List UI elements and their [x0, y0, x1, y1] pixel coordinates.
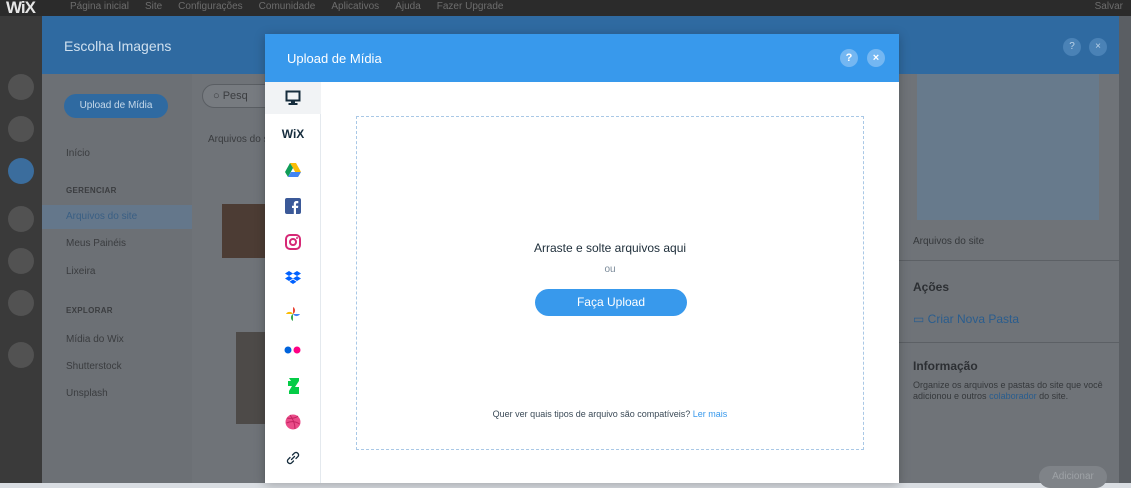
- sidebar-item-unsplash[interactable]: Unsplash: [66, 388, 108, 399]
- compatibility-note: Quer ver quais tipos de arquivo são comp…: [357, 409, 863, 419]
- menu-item-upgrade[interactable]: Fazer Upgrade: [437, 1, 504, 13]
- choose-images-title: Escolha Imagens: [64, 38, 172, 54]
- save-button[interactable]: Salvar: [1095, 1, 1123, 12]
- source-dribbble[interactable]: [265, 404, 321, 440]
- instagram-icon: [285, 234, 301, 250]
- add-icon[interactable]: [8, 158, 34, 184]
- actions-title: Ações: [913, 280, 950, 294]
- collaborator-link[interactable]: colaborador: [989, 391, 1037, 401]
- details-panel: Arquivos do site Ações ▭ Criar Nova Past…: [899, 74, 1119, 488]
- editor-top-menu: Página inicial Site Configurações Comuni…: [70, 1, 503, 13]
- modal-title: Upload de Mídia: [287, 51, 382, 66]
- help-icon[interactable]: ?: [1063, 38, 1081, 56]
- editor-top-bar: WiX Página inicial Site Configurações Co…: [0, 0, 1131, 16]
- pages-icon[interactable]: [8, 74, 34, 100]
- wix-icon: WiX: [281, 127, 305, 141]
- info-title: Informação: [913, 359, 978, 373]
- wix-logo: WiX: [6, 0, 36, 17]
- dropbox-icon: [285, 271, 301, 284]
- source-google-drive[interactable]: [265, 152, 321, 188]
- help-icon[interactable]: ?: [840, 49, 858, 67]
- source-dropbox[interactable]: [265, 260, 321, 296]
- sidebar-item-trash[interactable]: Lixeira: [66, 266, 95, 277]
- pen-icon[interactable]: [8, 290, 34, 316]
- media-sidebar: Upload de Mídia Início GERENCIAR Arquivo…: [42, 74, 192, 483]
- deviantart-icon: [288, 378, 299, 394]
- media-grid: ○ Pesq Arquivos do site: [192, 74, 282, 483]
- source-link[interactable]: [265, 440, 321, 476]
- choose-images-header-buttons: ? ×: [1063, 38, 1107, 56]
- upload-content: Arraste e solte arquivos aqui ou Faça Up…: [322, 82, 899, 483]
- sidebar-item-inicio[interactable]: Início: [66, 148, 90, 159]
- new-folder-label: Criar Nova Pasta: [927, 312, 1020, 326]
- source-flickr[interactable]: [265, 332, 321, 368]
- search-placeholder: Pesq: [222, 90, 248, 102]
- search-icon: ○: [213, 90, 223, 102]
- drop-zone[interactable]: Arraste e solte arquivos aqui ou Faça Up…: [356, 116, 864, 450]
- folder-icon: ▭: [913, 312, 928, 326]
- source-google-photos[interactable]: [265, 296, 321, 332]
- source-deviantart[interactable]: [265, 368, 321, 404]
- divider: [899, 342, 1119, 343]
- editor-left-rail: [0, 16, 42, 483]
- menu-item-home[interactable]: Página inicial: [70, 1, 129, 13]
- sidebar-section-manage: GERENCIAR: [66, 186, 117, 195]
- apps-icon[interactable]: [8, 206, 34, 232]
- media-icon[interactable]: [8, 248, 34, 274]
- close-icon[interactable]: ×: [1089, 38, 1107, 56]
- info-text: Organize os arquivos e pastas do site qu…: [913, 380, 1103, 402]
- source-my-computer[interactable]: [265, 80, 321, 116]
- computer-icon: [285, 90, 301, 105]
- facebook-icon: [285, 198, 301, 214]
- menu-item-settings[interactable]: Configurações: [178, 1, 242, 13]
- dribbble-icon: [285, 414, 301, 430]
- info-text-part: do site.: [1039, 391, 1069, 401]
- google-drive-icon: [285, 163, 301, 177]
- media-thumbnail[interactable]: [222, 204, 268, 258]
- or-separator: ou: [604, 264, 616, 275]
- link-icon: [286, 451, 300, 465]
- upload-media-modal: Upload de Mídia ? × WiX Arraste e solte …: [265, 34, 899, 483]
- source-instagram[interactable]: [265, 224, 321, 260]
- menu-item-help[interactable]: Ajuda: [395, 1, 421, 13]
- sidebar-item-site-files[interactable]: Arquivos do site: [42, 205, 192, 229]
- upload-button[interactable]: Faça Upload: [535, 289, 687, 316]
- sidebar-section-explore: EXPLORAR: [66, 306, 113, 315]
- close-icon[interactable]: ×: [867, 49, 885, 67]
- source-facebook[interactable]: [265, 188, 321, 224]
- chat-icon[interactable]: [8, 342, 34, 368]
- divider: [899, 260, 1119, 261]
- upload-sources: WiX: [265, 82, 321, 483]
- sidebar-item-wix-media[interactable]: Mídia do Wix: [66, 334, 124, 345]
- compat-text: Quer ver quais tipos de arquivo são comp…: [492, 409, 691, 419]
- menu-item-site[interactable]: Site: [145, 1, 162, 13]
- read-more-link[interactable]: Ler mais: [693, 409, 728, 419]
- menu-item-community[interactable]: Comunidade: [259, 1, 316, 13]
- flickr-icon: [284, 346, 301, 354]
- media-thumbnail[interactable]: [236, 332, 268, 424]
- upload-media-button[interactable]: Upload de Mídia: [64, 94, 168, 118]
- folder-illustration: [917, 74, 1099, 220]
- details-caption: Arquivos do site: [913, 236, 985, 247]
- sidebar-item-label: Arquivos do site: [66, 211, 138, 222]
- sidebar-item-shutterstock[interactable]: Shutterstock: [66, 361, 122, 372]
- menu-item-apps[interactable]: Aplicativos: [331, 1, 379, 13]
- background-icon[interactable]: [8, 116, 34, 142]
- modal-header: Upload de Mídia ? ×: [265, 34, 899, 82]
- new-folder-button[interactable]: ▭ Criar Nova Pasta: [913, 312, 1019, 326]
- drop-instructions: Arraste e solte arquivos aqui: [533, 241, 687, 255]
- google-photos-icon: [286, 307, 300, 321]
- source-wix[interactable]: WiX: [265, 116, 321, 152]
- sidebar-item-my-panels[interactable]: Meus Painéis: [66, 238, 126, 249]
- add-button[interactable]: Adicionar: [1039, 466, 1107, 488]
